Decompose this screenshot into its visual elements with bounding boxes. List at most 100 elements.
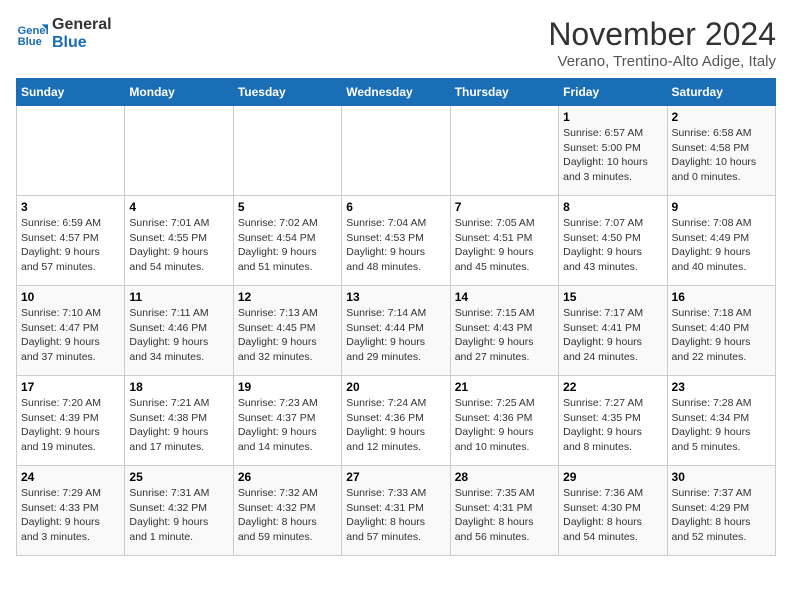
day-info: Sunrise: 7:13 AM Sunset: 4:45 PM Dayligh… — [238, 306, 337, 365]
calendar-cell: 18Sunrise: 7:21 AM Sunset: 4:38 PM Dayli… — [125, 376, 233, 466]
day-number: 28 — [455, 470, 554, 484]
logo-line2: Blue — [52, 34, 112, 52]
calendar-cell: 19 Sunrise: 7:23 AM Sunset: 4:37 PM Dayli… — [233, 376, 341, 466]
day-number: 20 — [346, 380, 445, 394]
calendar-cell: 22Sunrise: 7:27 AM Sunset: 4:35 PM Dayli… — [559, 376, 667, 466]
calendar-cell: 24Sunrise: 7:29 AM Sunset: 4:33 PM Dayli… — [17, 466, 125, 556]
header-thursday: Thursday — [450, 79, 558, 106]
calendar-cell: 13Sunrise: 7:14 AM Sunset: 4:44 PM Dayli… — [342, 286, 450, 376]
header-saturday: Saturday — [667, 79, 775, 106]
day-number: 11 — [129, 290, 228, 304]
day-info: Sunrise: 7:33 AM Sunset: 4:31 PM Dayligh… — [346, 486, 445, 545]
calendar-cell: 16 Sunrise: 7:18 AM Sunset: 4:40 PM Dayli… — [667, 286, 775, 376]
day-info: Sunrise: 7:37 AM Sunset: 4:29 PM Dayligh… — [672, 486, 771, 545]
calendar-cell: 1 Sunrise: 6:57 AM Sunset: 5:00 PM Daylig… — [559, 106, 667, 196]
day-number: 25 — [129, 470, 228, 484]
calendar-cell: 21 Sunrise: 7:25 AM Sunset: 4:36 PM Dayli… — [450, 376, 558, 466]
day-number: 15 — [563, 290, 662, 304]
day-info: Sunrise: 7:04 AM Sunset: 4:53 PM Dayligh… — [346, 216, 445, 275]
day-number: 14 — [455, 290, 554, 304]
day-info: Sunrise: 7:08 AM Sunset: 4:49 PM Dayligh… — [672, 216, 771, 275]
day-number: 3 — [21, 200, 120, 214]
day-number: 2 — [672, 110, 771, 124]
calendar-week-4: 17Sunrise: 7:20 AM Sunset: 4:39 PM Dayli… — [17, 376, 776, 466]
day-info: Sunrise: 7:25 AM Sunset: 4:36 PM Dayligh… — [455, 396, 554, 455]
calendar-cell: 6Sunrise: 7:04 AM Sunset: 4:53 PM Daylig… — [342, 196, 450, 286]
month-title: November 2024 — [548, 16, 776, 53]
calendar-cell: 17Sunrise: 7:20 AM Sunset: 4:39 PM Dayli… — [17, 376, 125, 466]
day-number: 29 — [563, 470, 662, 484]
day-number: 19 — [238, 380, 337, 394]
header-row: SundayMondayTuesdayWednesdayThursdayFrid… — [17, 79, 776, 106]
day-info: Sunrise: 6:57 AM Sunset: 5:00 PM Dayligh… — [563, 126, 662, 185]
day-number: 18 — [129, 380, 228, 394]
calendar-cell — [233, 106, 341, 196]
calendar-cell — [125, 106, 233, 196]
title-area: November 2024 Verano, Trentino-Alto Adig… — [548, 16, 776, 70]
day-info: Sunrise: 7:17 AM Sunset: 4:41 PM Dayligh… — [563, 306, 662, 365]
calendar-cell — [17, 106, 125, 196]
day-info: Sunrise: 7:14 AM Sunset: 4:44 PM Dayligh… — [346, 306, 445, 365]
day-number: 9 — [672, 200, 771, 214]
day-number: 30 — [672, 470, 771, 484]
calendar-week-3: 10 Sunrise: 7:10 AM Sunset: 4:47 PM Dayli… — [17, 286, 776, 376]
day-info: Sunrise: 7:28 AM Sunset: 4:34 PM Dayligh… — [672, 396, 771, 455]
calendar-cell: 23Sunrise: 7:28 AM Sunset: 4:34 PM Dayli… — [667, 376, 775, 466]
calendar-cell: 12Sunrise: 7:13 AM Sunset: 4:45 PM Dayli… — [233, 286, 341, 376]
day-number: 27 — [346, 470, 445, 484]
day-number: 8 — [563, 200, 662, 214]
day-number: 21 — [455, 380, 554, 394]
day-info: Sunrise: 7:11 AM Sunset: 4:46 PM Dayligh… — [129, 306, 228, 365]
calendar-cell — [342, 106, 450, 196]
header-monday: Monday — [125, 79, 233, 106]
day-info: Sunrise: 7:23 AM Sunset: 4:37 PM Dayligh… — [238, 396, 337, 455]
day-info: Sunrise: 7:36 AM Sunset: 4:30 PM Dayligh… — [563, 486, 662, 545]
header-sunday: Sunday — [17, 79, 125, 106]
day-info: Sunrise: 7:24 AM Sunset: 4:36 PM Dayligh… — [346, 396, 445, 455]
header-tuesday: Tuesday — [233, 79, 341, 106]
day-number: 1 — [563, 110, 662, 124]
header-friday: Friday — [559, 79, 667, 106]
calendar-cell: 4Sunrise: 7:01 AM Sunset: 4:55 PM Daylig… — [125, 196, 233, 286]
calendar-cell — [450, 106, 558, 196]
day-info: Sunrise: 7:10 AM Sunset: 4:47 PM Dayligh… — [21, 306, 120, 365]
day-number: 4 — [129, 200, 228, 214]
day-info: Sunrise: 7:31 AM Sunset: 4:32 PM Dayligh… — [129, 486, 228, 545]
header-wednesday: Wednesday — [342, 79, 450, 106]
day-info: Sunrise: 6:59 AM Sunset: 4:57 PM Dayligh… — [21, 216, 120, 275]
calendar-table: SundayMondayTuesdayWednesdayThursdayFrid… — [16, 78, 776, 556]
day-number: 26 — [238, 470, 337, 484]
calendar-cell: 8 Sunrise: 7:07 AM Sunset: 4:50 PM Daylig… — [559, 196, 667, 286]
calendar-week-2: 3 Sunrise: 6:59 AM Sunset: 4:57 PM Daylig… — [17, 196, 776, 286]
calendar-cell: 27 Sunrise: 7:33 AM Sunset: 4:31 PM Dayli… — [342, 466, 450, 556]
day-info: Sunrise: 7:15 AM Sunset: 4:43 PM Dayligh… — [455, 306, 554, 365]
day-info: Sunrise: 7:27 AM Sunset: 4:35 PM Dayligh… — [563, 396, 662, 455]
calendar-cell: 15 Sunrise: 7:17 AM Sunset: 4:41 PM Dayli… — [559, 286, 667, 376]
calendar-cell: 29 Sunrise: 7:36 AM Sunset: 4:30 PM Dayli… — [559, 466, 667, 556]
page-header: General Blue General Blue November 2024 … — [16, 16, 776, 70]
calendar-cell: 7 Sunrise: 7:05 AM Sunset: 4:51 PM Daylig… — [450, 196, 558, 286]
calendar-cell: 30 Sunrise: 7:37 AM Sunset: 4:29 PM Dayli… — [667, 466, 775, 556]
calendar-cell: 20 Sunrise: 7:24 AM Sunset: 4:36 PM Dayli… — [342, 376, 450, 466]
day-info: Sunrise: 7:32 AM Sunset: 4:32 PM Dayligh… — [238, 486, 337, 545]
calendar-cell: 3 Sunrise: 6:59 AM Sunset: 4:57 PM Daylig… — [17, 196, 125, 286]
calendar-week-5: 24Sunrise: 7:29 AM Sunset: 4:33 PM Dayli… — [17, 466, 776, 556]
day-number: 7 — [455, 200, 554, 214]
logo: General Blue General Blue — [16, 16, 112, 51]
day-info: Sunrise: 7:18 AM Sunset: 4:40 PM Dayligh… — [672, 306, 771, 365]
calendar-week-1: 1 Sunrise: 6:57 AM Sunset: 5:00 PM Daylig… — [17, 106, 776, 196]
day-number: 10 — [21, 290, 120, 304]
day-number: 17 — [21, 380, 120, 394]
calendar-cell: 28Sunrise: 7:35 AM Sunset: 4:31 PM Dayli… — [450, 466, 558, 556]
logo-icon: General Blue — [16, 18, 48, 50]
calendar-cell: 25 Sunrise: 7:31 AM Sunset: 4:32 PM Dayli… — [125, 466, 233, 556]
calendar-cell: 2 Sunrise: 6:58 AM Sunset: 4:58 PM Daylig… — [667, 106, 775, 196]
calendar-cell: 5Sunrise: 7:02 AM Sunset: 4:54 PM Daylig… — [233, 196, 341, 286]
day-info: Sunrise: 7:29 AM Sunset: 4:33 PM Dayligh… — [21, 486, 120, 545]
day-info: Sunrise: 7:02 AM Sunset: 4:54 PM Dayligh… — [238, 216, 337, 275]
calendar-cell: 11 Sunrise: 7:11 AM Sunset: 4:46 PM Dayli… — [125, 286, 233, 376]
day-info: Sunrise: 6:58 AM Sunset: 4:58 PM Dayligh… — [672, 126, 771, 185]
day-info: Sunrise: 7:07 AM Sunset: 4:50 PM Dayligh… — [563, 216, 662, 275]
day-number: 16 — [672, 290, 771, 304]
day-info: Sunrise: 7:05 AM Sunset: 4:51 PM Dayligh… — [455, 216, 554, 275]
